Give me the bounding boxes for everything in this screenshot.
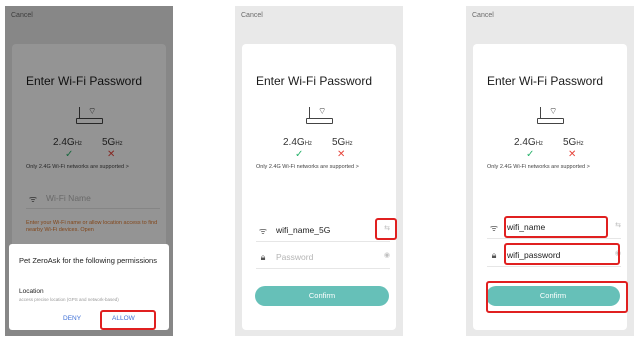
phone-screen-permission: Cancel Enter Wi-Fi Password ⌔ 2.4GHz 5GH… [5, 6, 173, 336]
highlight-confirm [486, 281, 628, 313]
lock-icon: 🔒︎ [491, 249, 497, 260]
page-title: Enter Wi-Fi Password [487, 74, 604, 88]
dialog-item-location: Location [19, 288, 44, 295]
cross-icon: ✕ [337, 149, 346, 160]
eye-icon[interactable]: ◉ [384, 251, 390, 259]
cross-icon: ✕ [568, 149, 577, 160]
password-placeholder: Password [276, 252, 314, 262]
divider [256, 268, 390, 269]
confirm-button[interactable]: Confirm [255, 286, 389, 306]
dialog-title: Pet ZeroAsk for the following permission… [19, 256, 157, 265]
divider [487, 238, 621, 239]
divider [256, 241, 390, 242]
freq-24-label: 2.4GHz [283, 137, 313, 148]
freq-5-label: 5GHz [332, 137, 353, 148]
highlight-wifi-name [504, 216, 608, 238]
cancel-button[interactable]: Cancel [241, 12, 263, 19]
wifi-icon: ᯤ [258, 225, 268, 236]
only-24g-link[interactable]: Only 2.4G Wi-Fi networks are supported > [487, 164, 627, 170]
check-icon: ✓ [295, 149, 304, 160]
page-title: Enter Wi-Fi Password [256, 74, 373, 88]
lock-icon: 🔒︎ [260, 251, 266, 262]
router-icon: ⌔ [306, 107, 334, 127]
freq-5-label: 5GHz [563, 137, 584, 148]
divider [487, 266, 621, 267]
deny-button[interactable]: DENY [63, 315, 81, 322]
wifi-card: Enter Wi-Fi Password ⌔ 2.4GHz 5GHz ✓ ✕ O… [242, 44, 396, 330]
wifi-icon: ⌔ [318, 106, 327, 116]
password-field[interactable]: 🔒︎ Password ◉ [256, 249, 390, 265]
highlight-password [504, 243, 620, 265]
wifi-name-value: wifi_name_5G [276, 225, 331, 235]
dialog-item-desc: access precise location (GPS and network… [19, 297, 119, 302]
wifi-icon: ᯤ [489, 222, 499, 233]
switch-arrows-icon[interactable]: ⇆ [615, 221, 621, 229]
wifi-name-field[interactable]: ᯤ wifi_name_5G ⇆ [256, 222, 390, 238]
check-icon: ✓ [526, 149, 535, 160]
phone-screen-wifi-5g: Cancel Enter Wi-Fi Password ⌔ 2.4GHz 5GH… [235, 6, 403, 336]
only-24g-link[interactable]: Only 2.4G Wi-Fi networks are supported > [256, 164, 396, 170]
freq-24-label: 2.4GHz [514, 137, 544, 148]
highlight-allow [100, 310, 156, 330]
cancel-button[interactable]: Cancel [472, 12, 494, 19]
phone-screen-wifi-filled: Cancel Enter Wi-Fi Password ⌔ 2.4GHz 5GH… [466, 6, 634, 336]
wifi-icon: ⌔ [549, 106, 558, 116]
router-icon: ⌔ [537, 107, 565, 127]
highlight-switch [375, 218, 397, 240]
